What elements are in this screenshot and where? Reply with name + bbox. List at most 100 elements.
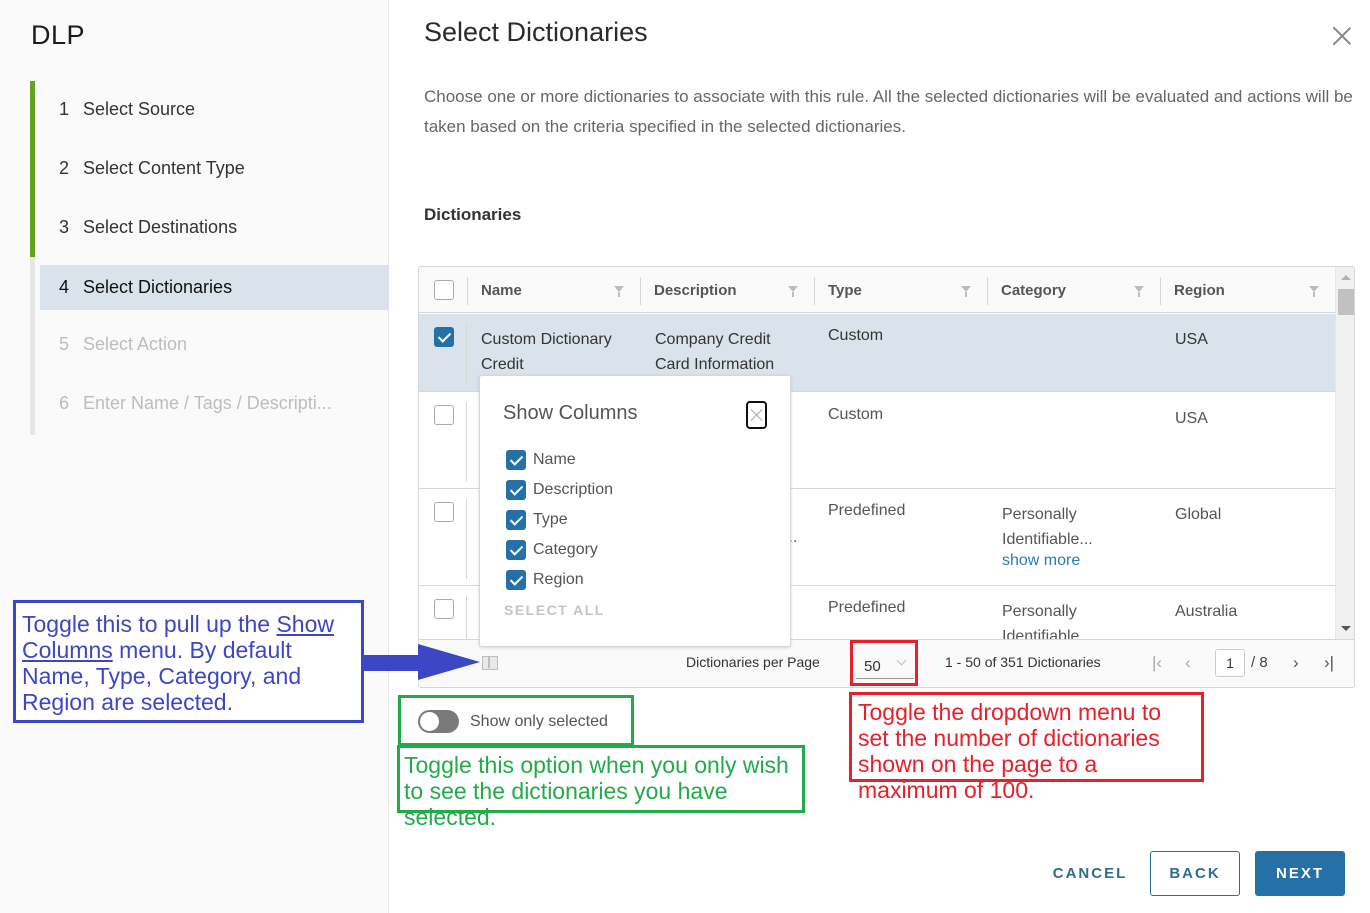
next-button[interactable]: NEXT — [1255, 851, 1345, 896]
popup-close-icon[interactable] — [746, 401, 767, 429]
row-separator — [466, 499, 467, 579]
next-page-icon[interactable]: › — [1293, 653, 1299, 673]
annotation-per-page: Toggle the dropdown menu to set the numb… — [849, 692, 1204, 803]
cell-type: Custom — [828, 327, 884, 344]
filter-icon[interactable] — [1309, 286, 1319, 297]
cell-type: Custom — [828, 406, 884, 423]
scroll-up-icon[interactable] — [1341, 275, 1351, 280]
step-label: Select Dictionaries — [83, 277, 233, 297]
filter-icon[interactable] — [614, 286, 624, 297]
grid-header: Name Description Type Category Region — [419, 267, 1335, 313]
last-page-icon[interactable]: ›| — [1324, 653, 1334, 673]
step-select-destinations[interactable]: 3 Select Destinations — [40, 205, 389, 250]
wizard-sidebar: DLP 1 Select Source 2 Select Content Typ… — [0, 0, 389, 913]
previous-page-icon[interactable]: ‹ — [1185, 653, 1191, 673]
total-pages: / 8 — [1251, 654, 1268, 671]
annotation-text: Toggle this to pull up the — [22, 611, 277, 637]
popup-title: Show Columns — [503, 402, 638, 424]
annotation-highlight-per-page — [850, 640, 918, 686]
category-text: Personally Identifiable... — [1002, 506, 1093, 548]
column-checkbox[interactable] — [506, 450, 526, 470]
row-separator — [466, 324, 467, 384]
column-header-description[interactable]: Description — [640, 267, 814, 313]
grid-scrollbar[interactable] — [1335, 267, 1354, 639]
scrollbar-thumb[interactable] — [1338, 289, 1354, 315]
column-separator — [987, 277, 988, 305]
column-header-type[interactable]: Type — [814, 267, 987, 313]
app-title: DLP — [31, 20, 86, 50]
cell-description: Company Credit Card Information — [655, 331, 775, 373]
column-separator — [814, 277, 815, 305]
step-number: 1 — [59, 99, 70, 119]
filter-icon[interactable] — [1134, 286, 1144, 297]
stepper-progress-track — [30, 81, 35, 435]
show-columns-popup: Show Columns Name Description Type Categ… — [479, 375, 791, 647]
current-page-input[interactable]: 1 — [1215, 649, 1245, 677]
step-enter-name-tags-description: 6 Enter Name / Tags / Descripti... — [40, 381, 389, 426]
cell-category: Personally Identifiable... show more — [1002, 502, 1122, 573]
step-label: Select Action — [83, 334, 188, 354]
step-select-dictionaries[interactable]: 4 Select Dictionaries — [40, 265, 389, 310]
column-separator — [640, 277, 641, 305]
cell-type: Predefined — [828, 599, 906, 616]
per-page-label: Dictionaries per Page — [686, 654, 820, 670]
column-separator — [1160, 277, 1161, 305]
cell-region: USA — [1175, 331, 1208, 348]
column-header-label: Category — [1001, 281, 1067, 299]
column-separator — [467, 277, 468, 305]
annotation-highlight-toggle — [398, 695, 634, 746]
cell-name: Custom Dictionary Credit — [481, 331, 612, 373]
step-number: 5 — [59, 334, 70, 354]
column-option-label: Description — [533, 481, 614, 498]
scroll-down-icon[interactable] — [1341, 626, 1351, 631]
annotation-arrow-icon — [362, 644, 480, 680]
annotation-show-only-selected: Toggle this option when you only wish to… — [397, 745, 805, 830]
intro-text: Choose one or more dictionaries to assoc… — [424, 87, 1353, 136]
step-label: Select Destinations — [83, 217, 238, 237]
step-number: 3 — [59, 217, 70, 237]
filter-icon[interactable] — [788, 286, 798, 297]
step-select-content-type[interactable]: 2 Select Content Type — [40, 146, 389, 191]
column-option-label: Category — [533, 541, 598, 558]
back-button[interactable]: BACK — [1150, 851, 1240, 896]
row-checkbox[interactable] — [434, 599, 454, 619]
column-option-label: Name — [533, 451, 576, 468]
column-checkbox[interactable] — [506, 570, 526, 590]
select-all-columns-button[interactable]: SELECT ALL — [504, 602, 605, 618]
step-select-source[interactable]: 1 Select Source — [40, 87, 389, 132]
column-header-label: Name — [481, 281, 522, 299]
step-number: 6 — [59, 393, 70, 413]
step-label: Enter Name / Tags / Descripti... — [83, 393, 332, 413]
row-checkbox[interactable] — [434, 327, 454, 347]
cell-region: Global — [1175, 506, 1222, 523]
step-number: 2 — [59, 158, 70, 178]
column-option-label: Region — [533, 571, 584, 588]
column-header-category[interactable]: Category — [987, 267, 1160, 313]
column-checkbox[interactable] — [506, 480, 526, 500]
select-all-rows-checkbox[interactable] — [434, 280, 454, 300]
page-title: Select Dictionaries — [424, 17, 648, 47]
column-header-label: Description — [654, 281, 737, 299]
annotation-show-columns: Toggle this to pull up the Show Columns … — [13, 600, 364, 723]
row-checkbox[interactable] — [434, 405, 454, 425]
row-checkbox[interactable] — [434, 502, 454, 522]
step-label: Select Content Type — [83, 158, 245, 178]
section-label: Dictionaries — [424, 205, 522, 224]
column-option-label: Type — [533, 511, 568, 528]
first-page-icon[interactable]: |‹ — [1152, 653, 1162, 673]
column-header-label: Region — [1174, 281, 1225, 299]
pagination-range: 1 - 50 of 351 Dictionaries — [945, 654, 1101, 670]
column-header-name[interactable]: Name — [467, 267, 640, 313]
column-header-region[interactable]: Region — [1160, 267, 1335, 313]
stepper-progress-fill — [30, 81, 35, 257]
column-checkbox[interactable] — [506, 540, 526, 560]
filter-icon[interactable] — [961, 286, 971, 297]
step-label: Select Source — [83, 99, 196, 119]
cancel-button[interactable]: CANCEL — [1040, 851, 1140, 896]
step-select-action: 5 Select Action — [40, 322, 389, 367]
close-icon[interactable] — [1328, 22, 1356, 50]
row-separator — [466, 402, 467, 482]
cell-region: Australia — [1175, 603, 1238, 620]
column-checkbox[interactable] — [506, 510, 526, 530]
show-more-link[interactable]: show more — [1002, 548, 1122, 573]
